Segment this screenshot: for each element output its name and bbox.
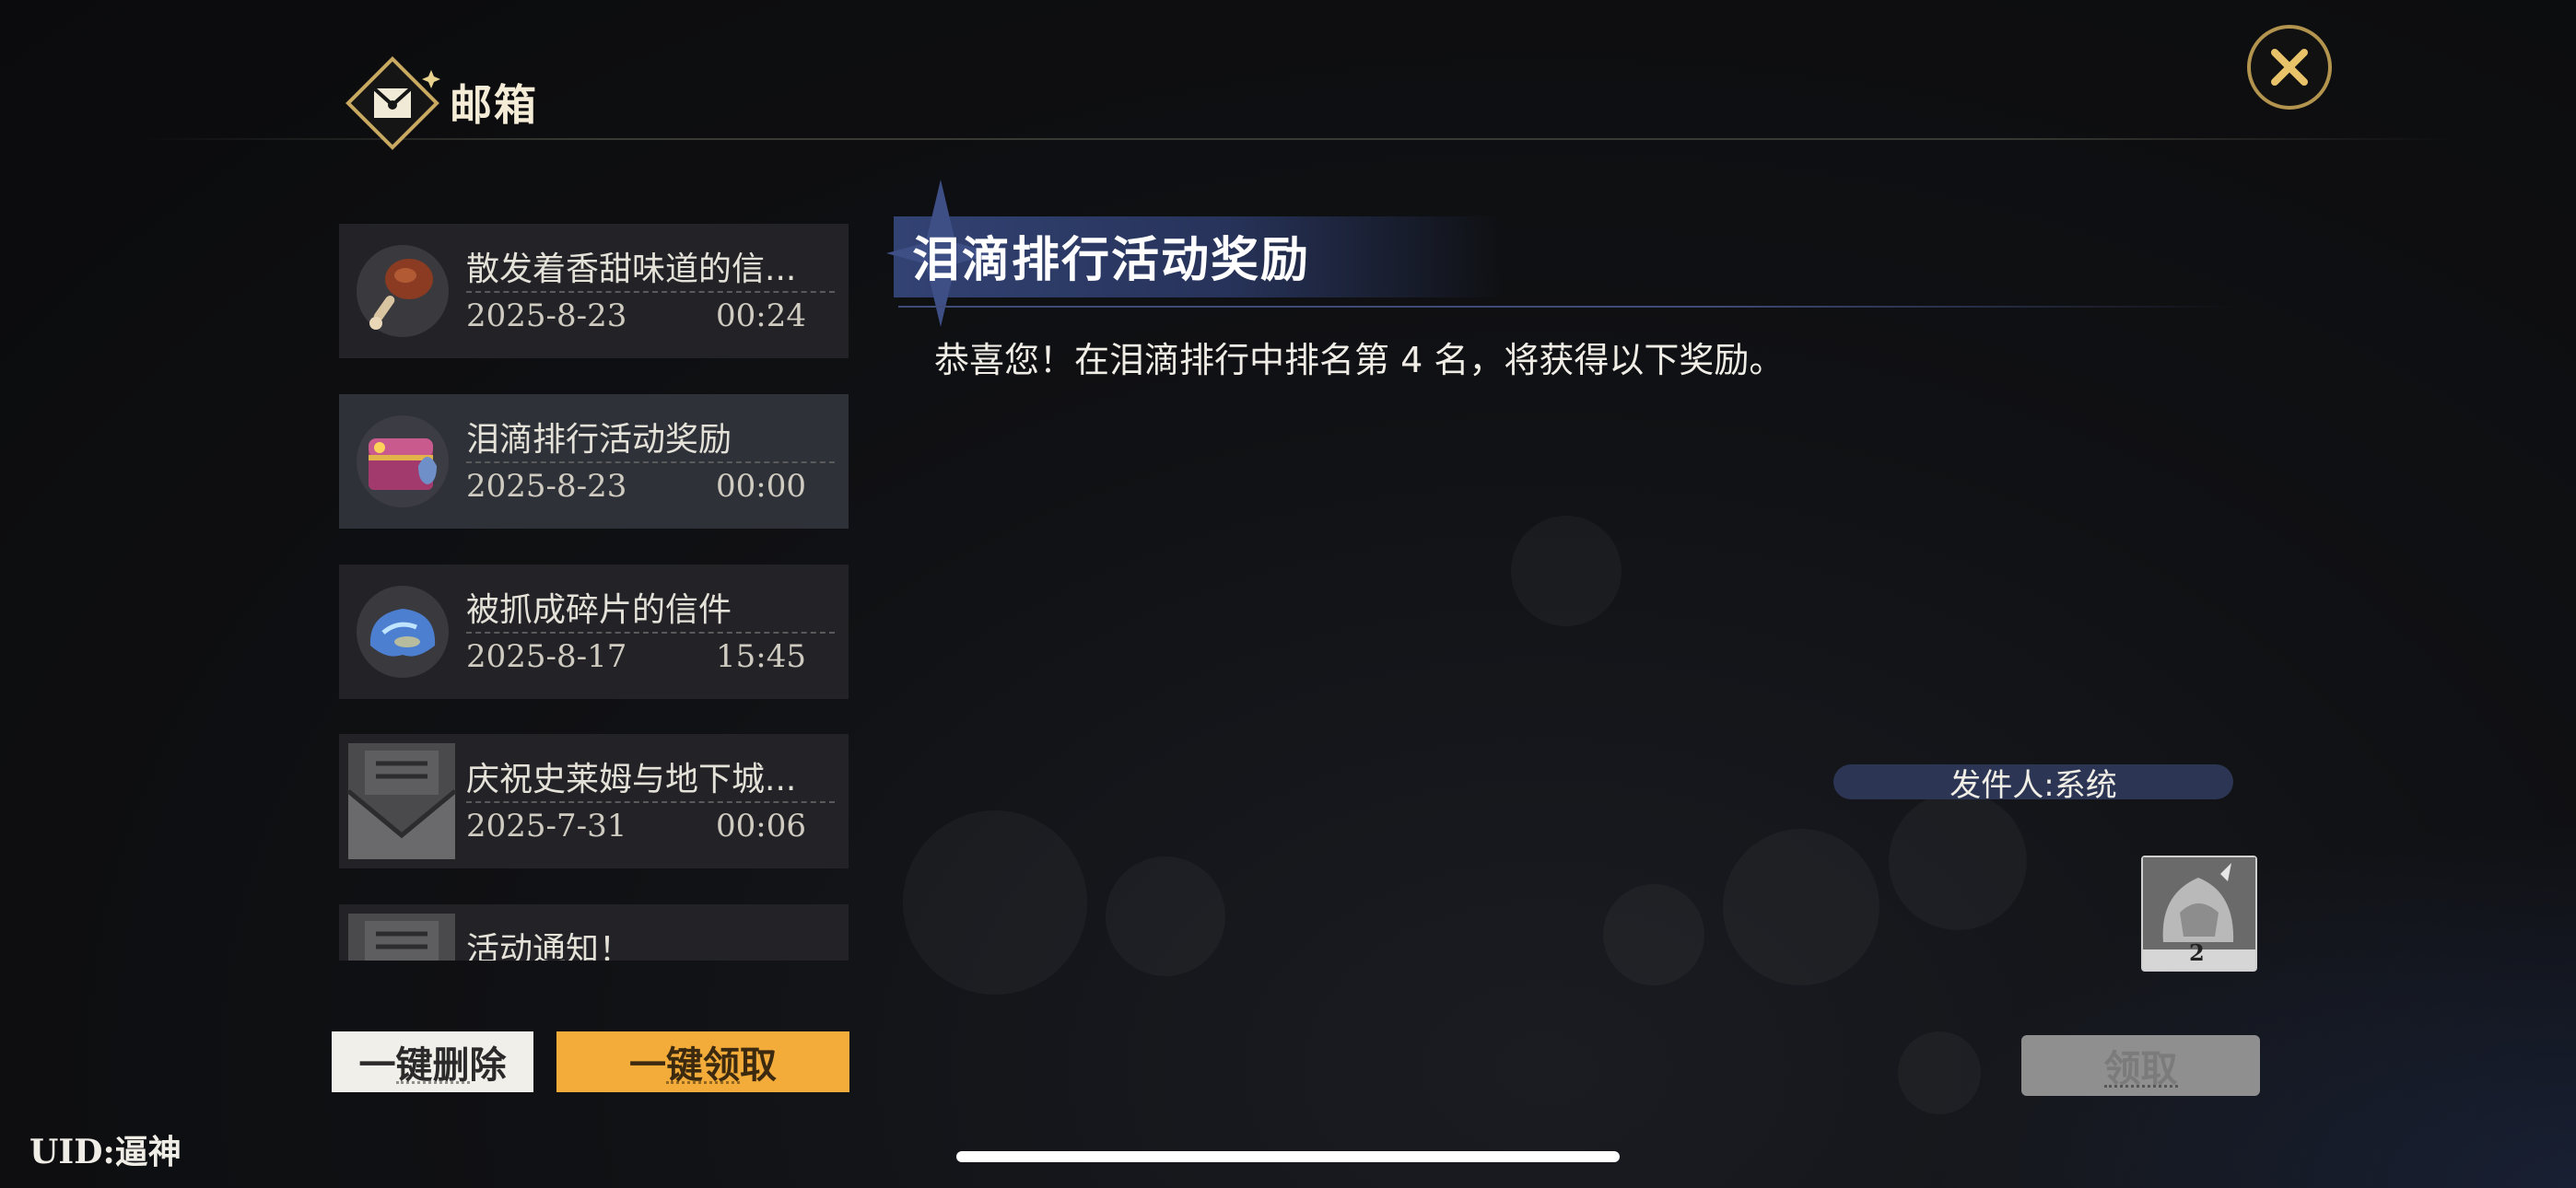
reward-item[interactable]: 2 xyxy=(2141,856,2257,972)
mail-time: 00:24 xyxy=(716,297,806,334)
mail-item[interactable]: 庆祝史莱姆与地下城... 2025-7-31 00:06 xyxy=(339,734,849,868)
mail-subject: 泪滴排行活动奖励 xyxy=(466,421,732,459)
mail-date: 2025-8-23 xyxy=(466,468,627,505)
mail-time: 15:45 xyxy=(716,638,806,675)
mail-date: 2025-8-23 xyxy=(466,297,627,334)
claim-all-button[interactable]: 一键领取 xyxy=(556,1031,849,1092)
divider xyxy=(466,801,835,803)
reward-count: 2 xyxy=(2189,939,2205,966)
detail-body: 恭喜您！在泪滴排行中排名第 4 名，将获得以下奖励。 xyxy=(934,340,1785,380)
detail-divider xyxy=(898,306,2243,308)
button-underline xyxy=(2103,1085,2178,1088)
mail-item-selected[interactable]: 泪滴排行活动奖励 2025-8-23 00:00 xyxy=(339,394,849,529)
delete-all-button[interactable]: 一键删除 xyxy=(332,1031,533,1092)
divider xyxy=(466,632,835,634)
envelope-icon xyxy=(345,740,459,863)
user-id: UID:逼神 xyxy=(29,1133,181,1171)
envelope-icon xyxy=(345,910,459,961)
bokeh xyxy=(903,810,1087,995)
claim-button[interactable]: 领取 xyxy=(2021,1035,2260,1096)
mail-subject: 活动通知！ xyxy=(466,931,633,961)
crystal-slime-icon xyxy=(352,581,453,682)
mail-time: 00:00 xyxy=(716,468,806,505)
mail-list[interactable]: 散发着香甜味道的信... 2025-8-23 00:24 泪滴排行活动奖励 20… xyxy=(339,224,849,961)
bokeh xyxy=(1106,856,1225,976)
mail-time: 00:06 xyxy=(716,808,806,844)
mail-subject: 庆祝史莱姆与地下城... xyxy=(466,761,797,798)
mail-item[interactable]: 活动通知！ xyxy=(339,904,849,961)
bokeh xyxy=(1511,516,1622,626)
mail-date: 2025-8-17 xyxy=(466,638,627,675)
sender-label: 发件人:系统 xyxy=(1833,764,2233,804)
button-underline xyxy=(666,1081,740,1084)
mail-date: 2025-7-31 xyxy=(466,808,627,844)
treasure-chest-icon xyxy=(352,411,453,512)
page-title: 邮箱 xyxy=(450,80,538,130)
divider xyxy=(466,461,835,463)
mail-subject: 散发着香甜味道的信... xyxy=(466,250,797,288)
header-divider xyxy=(138,138,2460,140)
mail-item[interactable]: 被抓成碎片的信件 2025-8-17 15:45 xyxy=(339,565,849,699)
mail-subject: 被抓成碎片的信件 xyxy=(466,591,732,629)
home-indicator[interactable] xyxy=(956,1151,1620,1162)
close-button[interactable] xyxy=(2247,25,2332,110)
roast-drumstick-icon xyxy=(352,240,453,342)
mailbox-icon xyxy=(343,53,442,153)
button-underline xyxy=(395,1081,470,1084)
close-icon xyxy=(2271,49,2308,86)
divider xyxy=(466,291,835,293)
detail-title: 泪滴排行活动奖励 xyxy=(912,233,1311,288)
mail-item[interactable]: 散发着香甜味道的信... 2025-8-23 00:24 xyxy=(339,224,849,358)
bokeh xyxy=(1723,829,1879,985)
bokeh xyxy=(1603,884,1704,985)
